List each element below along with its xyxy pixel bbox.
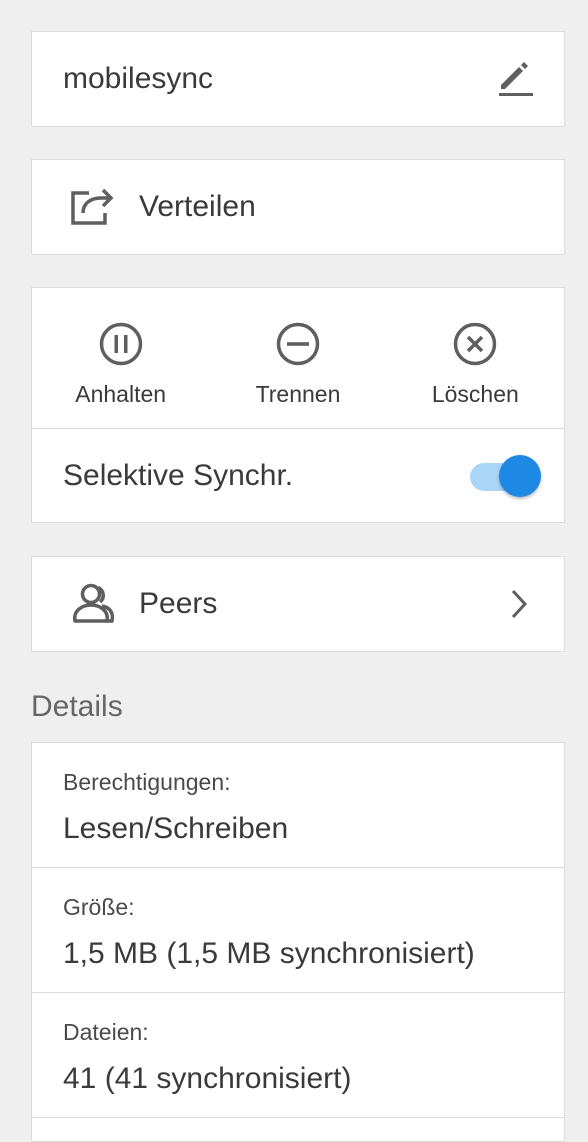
detail-label: Berechtigungen: — [63, 769, 231, 795]
delete-label: Löschen — [431, 381, 519, 407]
detail-value: 1,5 MB (1,5 MB synchronisiert) — [63, 937, 475, 970]
folder-actions-card: Anhalten Trennen Löschen Selektive Synch… — [31, 287, 565, 523]
actions-row: Anhalten Trennen Löschen — [32, 288, 564, 429]
detail-size: Größe: 1,5 MB (1,5 MB synchronisiert) — [32, 868, 564, 993]
detail-value: Lesen/Schreiben — [63, 812, 289, 845]
folder-name: mobilesync — [63, 62, 214, 95]
chevron-right-icon — [508, 587, 530, 621]
pause-button[interactable]: Anhalten — [32, 288, 209, 428]
minus-circle-icon — [275, 321, 321, 367]
folder-name-row: mobilesync — [32, 32, 564, 126]
share-row[interactable]: Verteilen — [32, 160, 564, 254]
details-heading: Details — [31, 690, 123, 723]
detail-label: Größe: — [63, 894, 135, 920]
peers-row[interactable]: Peers — [32, 557, 564, 651]
detail-value: 41 (41 synchronisiert) — [63, 1062, 352, 1095]
disconnect-button[interactable]: Trennen — [209, 288, 386, 428]
close-circle-icon — [452, 321, 498, 367]
peers-label: Peers — [139, 587, 218, 620]
share-card[interactable]: Verteilen — [31, 159, 565, 255]
folder-name-card: mobilesync — [31, 31, 565, 127]
disconnect-label: Trennen — [255, 381, 341, 407]
selective-sync-row[interactable]: Selektive Synchr. — [32, 429, 564, 522]
edit-icon[interactable] — [498, 61, 534, 97]
pause-circle-icon — [98, 321, 144, 367]
people-icon — [69, 580, 117, 628]
share-icon — [69, 183, 117, 231]
selective-sync-label: Selektive Synchr. — [63, 458, 294, 492]
detail-label: Dateien: — [63, 1019, 149, 1045]
peers-card[interactable]: Peers — [31, 556, 565, 652]
pause-label: Anhalten — [75, 381, 167, 407]
selective-sync-switch[interactable] — [466, 454, 542, 497]
detail-files: Dateien: 41 (41 synchronisiert) — [32, 993, 564, 1118]
details-card: Berechtigungen: Lesen/Schreiben Größe: 1… — [31, 742, 565, 1142]
delete-button[interactable]: Löschen — [387, 288, 564, 428]
switch-knob — [499, 454, 541, 497]
detail-permissions: Berechtigungen: Lesen/Schreiben — [32, 743, 564, 868]
share-label: Verteilen — [139, 190, 256, 223]
